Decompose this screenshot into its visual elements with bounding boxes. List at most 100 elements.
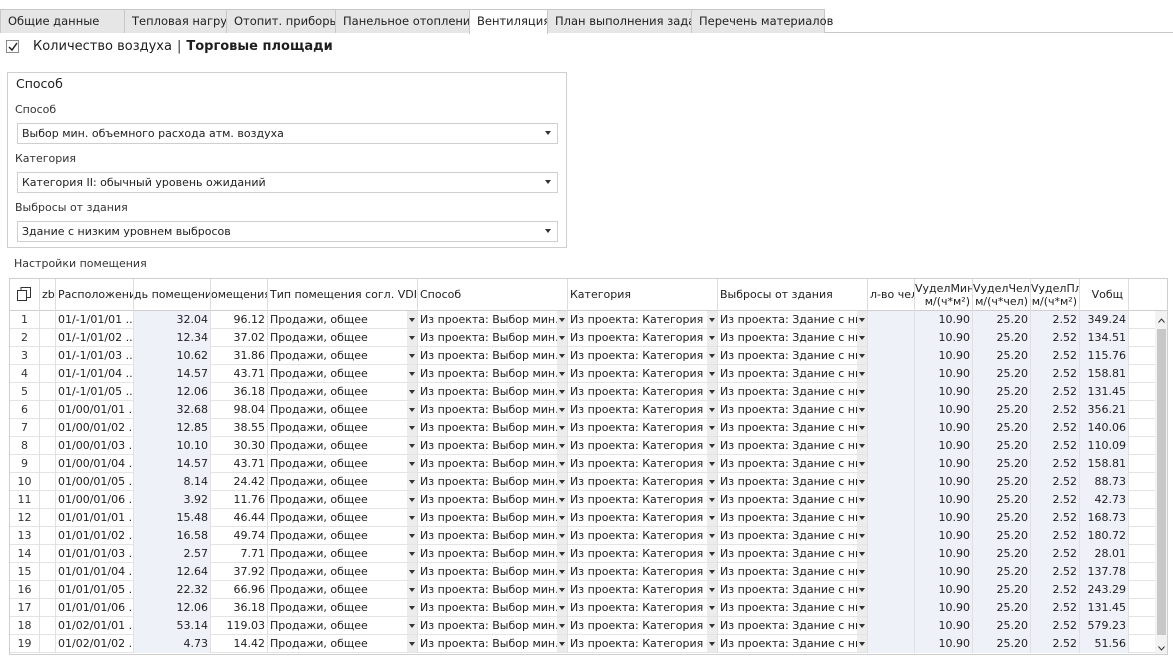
category-cell[interactable]: Из проекта: Категория II:... — [568, 365, 718, 383]
table-row[interactable]: 10 01/00/01/05 ... 8.14 24.42 Продажи, общее… — [10, 473, 1155, 491]
chevron-down-icon[interactable] — [557, 491, 567, 508]
vtotal-cell[interactable]: 88.73 — [1080, 473, 1129, 491]
vtotal-cell[interactable]: 131.45 — [1080, 599, 1129, 617]
chevron-down-icon[interactable] — [857, 581, 867, 598]
chevron-down-icon[interactable] — [407, 329, 417, 346]
zb-cell[interactable] — [40, 527, 56, 545]
chevron-down-icon[interactable] — [407, 455, 417, 472]
chevron-down-icon[interactable] — [557, 365, 567, 382]
area-cell[interactable]: 14.57 — [134, 365, 211, 383]
room-type-cell[interactable]: Продажи, общее — [268, 383, 418, 401]
location-cell[interactable]: 01/-1/01/05 ... — [56, 383, 134, 401]
col-area[interactable]: дь помещения — [134, 279, 211, 311]
varea-cell[interactable]: 2.52 — [1031, 599, 1080, 617]
vtotal-cell[interactable]: 51.56 — [1080, 635, 1129, 653]
scrollbar-thumb[interactable] — [1157, 329, 1166, 635]
volume-cell[interactable]: 36.18 — [211, 599, 268, 617]
tab-general[interactable]: Общие данные — [0, 9, 125, 33]
varea-cell[interactable]: 2.52 — [1031, 311, 1080, 329]
vtotal-cell[interactable]: 110.09 — [1080, 437, 1129, 455]
area-cell[interactable]: 12.06 — [134, 383, 211, 401]
chevron-down-icon[interactable] — [557, 527, 567, 544]
varea-cell[interactable]: 2.52 — [1031, 635, 1080, 653]
vpers-cell[interactable]: 25.20 — [973, 383, 1031, 401]
varea-cell[interactable]: 2.52 — [1031, 365, 1080, 383]
category-cell[interactable]: Из проекта: Категория II:... — [568, 347, 718, 365]
chevron-down-icon[interactable] — [557, 563, 567, 580]
varea-cell[interactable]: 2.52 — [1031, 527, 1080, 545]
vmin-cell[interactable]: 10.90 — [915, 509, 973, 527]
room-type-cell[interactable]: Продажи, общее — [268, 329, 418, 347]
chevron-down-icon[interactable] — [857, 383, 867, 400]
method-cell[interactable]: Из проекта: Выбор мин. ... — [418, 563, 568, 581]
category-cell[interactable]: Из проекта: Категория II:... — [568, 473, 718, 491]
vtotal-cell[interactable]: 140.06 — [1080, 419, 1129, 437]
method-cell[interactable]: Из проекта: Выбор мин. ... — [418, 527, 568, 545]
vmin-cell[interactable]: 10.90 — [915, 383, 973, 401]
room-type-cell[interactable]: Продажи, общее — [268, 347, 418, 365]
method-cell[interactable]: Из проекта: Выбор мин. ... — [418, 617, 568, 635]
chevron-down-icon[interactable] — [707, 545, 717, 562]
table-row[interactable]: 9 01/00/01/04 ... 14.57 43.71 Продажи, общее… — [10, 455, 1155, 473]
chevron-down-icon[interactable] — [857, 527, 867, 544]
persons-cell[interactable] — [868, 401, 915, 419]
location-cell[interactable]: 01/01/01/05 ... — [56, 581, 134, 599]
emissions-cell[interactable]: Из проекта: Здание с ни... — [718, 545, 868, 563]
zb-cell[interactable] — [40, 437, 56, 455]
chevron-down-icon[interactable] — [857, 329, 867, 346]
chevron-down-icon[interactable] — [707, 581, 717, 598]
chevron-down-icon[interactable] — [557, 383, 567, 400]
room-type-cell[interactable]: Продажи, общее — [268, 509, 418, 527]
location-cell[interactable]: 01/00/01/02 ... — [56, 419, 134, 437]
vmin-cell[interactable]: 10.90 — [915, 455, 973, 473]
emissions-cell[interactable]: Из проекта: Здание с ни... — [718, 617, 868, 635]
chevron-down-icon[interactable] — [857, 437, 867, 454]
varea-cell[interactable]: 2.52 — [1031, 401, 1080, 419]
table-row[interactable]: 1 01/-1/01/01 ... 32.04 96.12 Продажи, общее… — [10, 311, 1155, 329]
category-cell[interactable]: Из проекта: Категория II:... — [568, 383, 718, 401]
chevron-down-icon[interactable] — [857, 599, 867, 616]
zb-cell[interactable] — [40, 617, 56, 635]
chevron-down-icon[interactable] — [707, 365, 717, 382]
method-cell[interactable]: Из проекта: Выбор мин. ... — [418, 509, 568, 527]
col-varea[interactable]: VуделПл м/(ч*м²) — [1031, 279, 1080, 311]
vmin-cell[interactable]: 10.90 — [915, 419, 973, 437]
chevron-down-icon[interactable] — [407, 491, 417, 508]
chevron-down-icon[interactable] — [557, 599, 567, 616]
chevron-down-icon[interactable] — [707, 311, 717, 328]
chevron-down-icon[interactable] — [707, 563, 717, 580]
area-cell[interactable]: 2.57 — [134, 545, 211, 563]
table-row[interactable]: 12 01/01/01/01 ... 15.48 46.44 Продажи, обще… — [10, 509, 1155, 527]
zb-cell[interactable] — [40, 419, 56, 437]
chevron-down-icon[interactable] — [857, 491, 867, 508]
location-cell[interactable]: 01/01/01/01 ... — [56, 509, 134, 527]
vtotal-cell[interactable]: 115.76 — [1080, 347, 1129, 365]
vpers-cell[interactable]: 25.20 — [973, 311, 1031, 329]
zb-cell[interactable] — [40, 365, 56, 383]
method-cell[interactable]: Из проекта: Выбор мин. ... — [418, 635, 568, 653]
volume-cell[interactable]: 38.55 — [211, 419, 268, 437]
vtotal-cell[interactable]: 356.21 — [1080, 401, 1129, 419]
col-zb[interactable]: zb — [40, 279, 56, 311]
zb-cell[interactable] — [40, 599, 56, 617]
table-row[interactable]: 2 01/-1/01/02 ... 12.34 37.02 Продажи, общее… — [10, 329, 1155, 347]
location-cell[interactable]: 01/-1/01/04 ... — [56, 365, 134, 383]
area-cell[interactable]: 22.32 — [134, 581, 211, 599]
vtotal-cell[interactable]: 243.29 — [1080, 581, 1129, 599]
volume-cell[interactable]: 7.71 — [211, 545, 268, 563]
chevron-down-icon[interactable] — [857, 563, 867, 580]
zb-cell[interactable] — [40, 635, 56, 653]
chevron-down-icon[interactable] — [407, 401, 417, 418]
area-cell[interactable]: 12.64 — [134, 563, 211, 581]
chevron-down-icon[interactable] — [857, 347, 867, 364]
room-type-cell[interactable]: Продажи, общее — [268, 437, 418, 455]
chevron-down-icon[interactable] — [707, 437, 717, 454]
chevron-down-icon[interactable] — [707, 599, 717, 616]
volume-cell[interactable]: 49.74 — [211, 527, 268, 545]
emissions-cell[interactable]: Из проекта: Здание с ни... — [718, 329, 868, 347]
area-cell[interactable]: 32.04 — [134, 311, 211, 329]
location-cell[interactable]: 01/-1/01/02 ... — [56, 329, 134, 347]
room-type-cell[interactable]: Продажи, общее — [268, 635, 418, 653]
area-cell[interactable]: 10.10 — [134, 437, 211, 455]
volume-cell[interactable]: 43.71 — [211, 455, 268, 473]
